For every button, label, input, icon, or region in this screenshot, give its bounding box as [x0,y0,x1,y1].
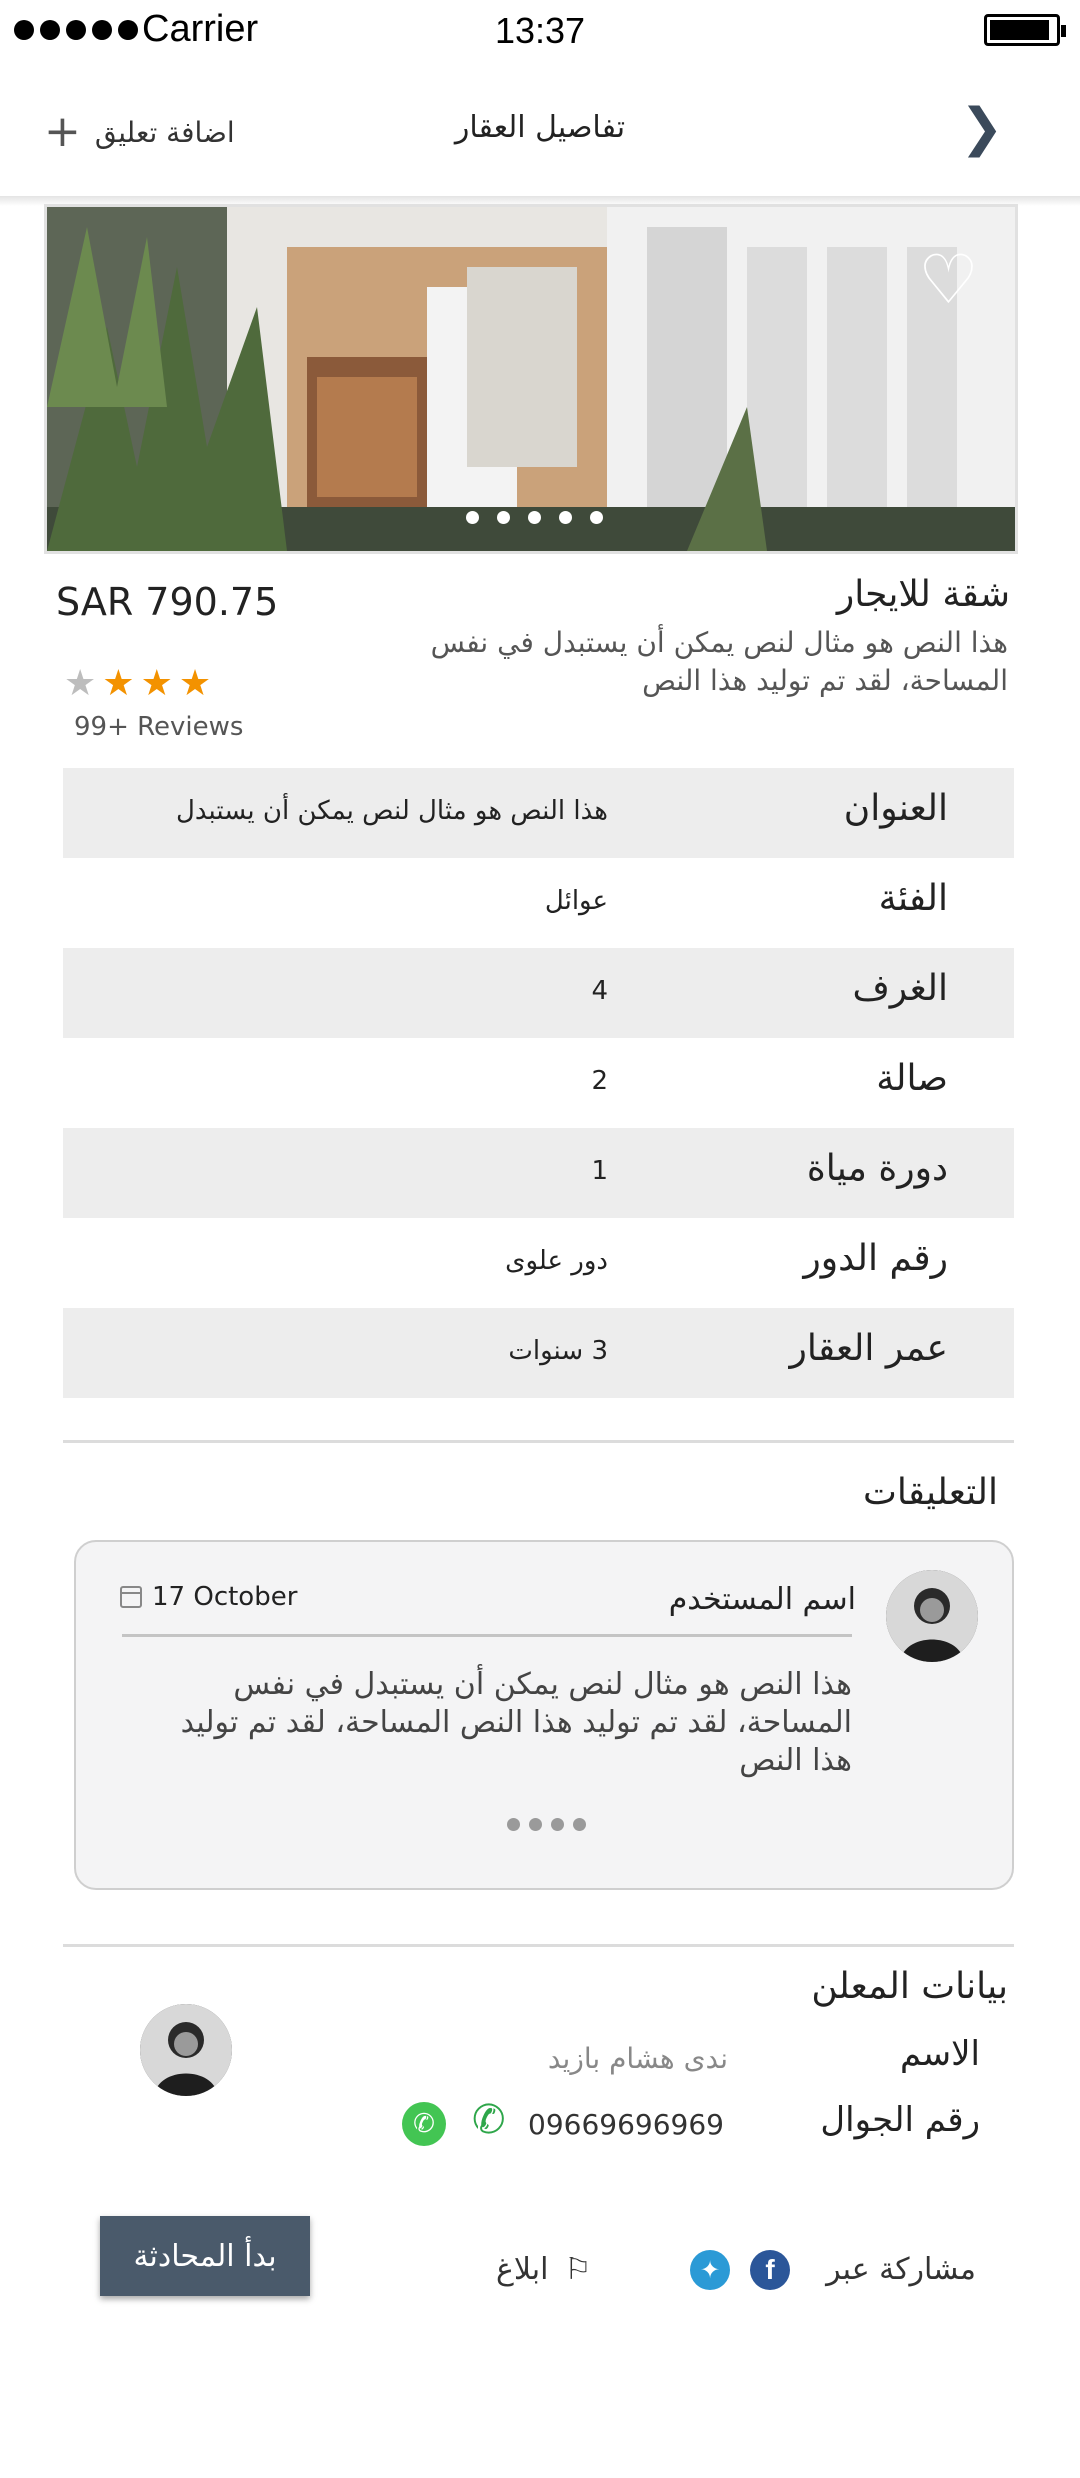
advertiser-name-label: الاسم [900,2034,980,2074]
row-value: 3 سنوات [508,1336,608,1366]
table-row: الغرف 4 [63,948,1014,1038]
advertiser-title: بيانات المعلن [811,1966,1008,2007]
divider [63,1440,1014,1443]
row-value: 2 [591,1066,608,1096]
star-icon: ★ [140,663,173,704]
share-label: مشاركة عبر [826,2252,976,2287]
star-icon: ★ [102,663,135,704]
property-image-carousel[interactable]: ♡ [44,204,1018,554]
table-row: دورة مياة 1 [63,1128,1014,1218]
comment-username: اسم المستخدم [668,1582,856,1617]
comment-card: اسم المستخدم 17 October هذا النص هو مثال… [74,1540,1014,1890]
report-button[interactable]: ⚐ ابلاغ [496,2252,591,2287]
advertiser-phone[interactable]: 09669696969 [528,2108,724,2141]
advertiser-name: ندى هشام بازيد [547,2042,728,2075]
advertiser-phone-label: رقم الجوال [820,2100,980,2140]
page-title: تفاصيل العقار [454,110,626,145]
chevron-right-icon[interactable]: ❯ [960,98,1004,158]
row-value: دور علوى [505,1246,608,1276]
table-row: الفئة عوائل [63,858,1014,948]
avatar [886,1570,978,1662]
row-label: دورة مياة [806,1148,948,1189]
twitter-icon[interactable]: ✦ [690,2250,730,2290]
facebook-icon[interactable]: f [750,2250,790,2290]
pager-dot [558,511,572,524]
reviews-count[interactable]: 99+ Reviews [74,712,243,742]
comment-text: هذا النص هو مثال لنص يمكن أن يستبدل في ن… [180,1667,852,1778]
pager-dot [527,511,541,524]
comment-date: 17 October [120,1582,297,1612]
more-comments-indicator[interactable] [76,1818,1016,1831]
comment-date-text: 17 October [152,1582,298,1612]
table-row: عمر العقار 3 سنوات [63,1308,1014,1398]
table-row: رقم الدور دور علوى [63,1218,1014,1308]
carousel-pager[interactable] [47,511,1015,524]
row-value: عوائل [544,886,608,916]
row-label: العنوان [843,788,948,829]
row-value: 1 [591,1156,608,1186]
report-label: ابلاغ [496,2252,549,2287]
heart-icon[interactable]: ♡ [918,247,979,315]
row-label: الغرف [852,968,948,1009]
row-label: الفئة [878,878,948,919]
pager-dot [465,511,479,524]
advertiser-avatar [140,2004,232,2096]
status-bar: Carrier 13:37 [0,0,1080,64]
comment-divider [122,1634,852,1637]
property-photo [47,207,1015,551]
pager-dot [589,511,603,524]
row-label: رقم الدور [803,1238,948,1279]
row-value: 4 [591,976,608,1006]
star-icon: ★ [64,663,97,704]
status-time: 13:37 [494,10,586,51]
row-label: صالة [876,1058,948,1099]
whatsapp-icon[interactable]: ✆ [402,2102,446,2146]
table-row: صالة 2 [63,1038,1014,1128]
property-details-table: العنوان هذا النص هو مثال لنص يمكن أن يست… [63,768,1014,1398]
battery-icon [984,14,1066,46]
property-price: SAR 790.75 [56,580,279,624]
row-value: هذا النص هو مثال لنص يمكن أن يستبدل [175,796,608,826]
start-chat-button[interactable]: بدأ المحادثة [100,2216,310,2296]
calendar-icon [120,1586,142,1608]
flag-icon: ⚐ [564,2252,592,2287]
pager-dot [496,511,510,524]
property-description: هذا النص هو مثال لنص يمكن أن يستبدل في ن… [430,626,1008,697]
comments-title: التعليقات [862,1472,998,1513]
table-row: العنوان هذا النص هو مثال لنص يمكن أن يست… [63,768,1014,858]
row-label: عمر العقار [789,1328,948,1369]
phone-icon[interactable]: ✆ [472,2100,506,2140]
rating-stars: ★ ★ ★ ★ [64,666,211,702]
property-title: شقة للايجار [836,574,1010,615]
star-icon: ★ [178,663,212,704]
divider [63,1944,1014,1947]
